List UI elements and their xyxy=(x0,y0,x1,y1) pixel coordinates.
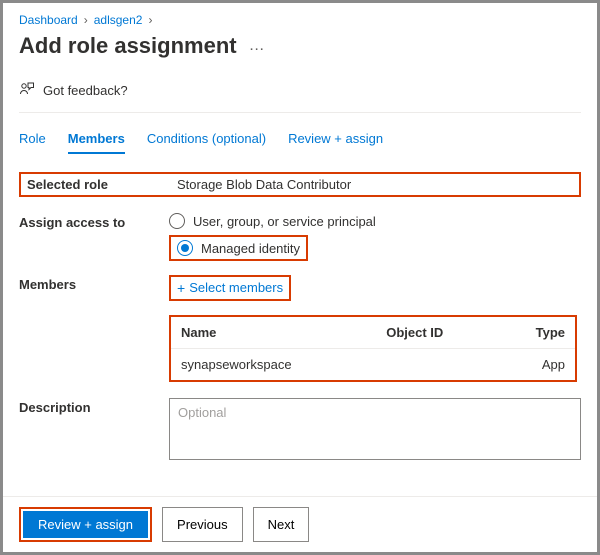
chevron-right-icon: › xyxy=(148,13,152,27)
selected-role-value: Storage Blob Data Contributor xyxy=(177,177,351,192)
col-name: Name xyxy=(171,317,376,349)
cell-name: synapseworkspace xyxy=(171,348,376,380)
person-feedback-icon xyxy=(19,81,35,100)
radio-user-label: User, group, or service principal xyxy=(193,214,376,229)
more-icon[interactable]: … xyxy=(249,37,265,55)
selected-role-row: Selected role Storage Blob Data Contribu… xyxy=(19,172,581,197)
review-assign-button[interactable]: Review + assign xyxy=(23,511,148,538)
members-table: Name Object ID Type synapseworkspace App xyxy=(169,315,577,382)
bottom-bar: Review + assign Previous Next xyxy=(3,496,597,552)
description-label: Description xyxy=(19,398,169,415)
col-objectid: Object ID xyxy=(376,317,497,349)
breadcrumb: Dashboard › adlsgen2 › xyxy=(19,13,581,27)
radio-mi-label: Managed identity xyxy=(201,241,300,256)
breadcrumb-adlsgen2[interactable]: adlsgen2 xyxy=(94,13,143,27)
feedback-label: Got feedback? xyxy=(43,83,128,98)
selected-role-label: Selected role xyxy=(27,177,177,192)
col-type: Type xyxy=(497,317,575,349)
members-label: Members xyxy=(19,275,169,292)
radio-icon xyxy=(169,213,185,229)
select-members-label: Select members xyxy=(189,280,283,295)
assign-access-label: Assign access to xyxy=(19,213,169,230)
description-input[interactable] xyxy=(169,398,581,460)
select-members-link[interactable]: + Select members xyxy=(177,280,283,295)
cell-objectid xyxy=(376,348,497,380)
radio-icon xyxy=(177,240,193,256)
cell-type: App xyxy=(497,348,575,380)
tab-role[interactable]: Role xyxy=(19,125,46,154)
tab-review[interactable]: Review + assign xyxy=(288,125,383,154)
previous-button[interactable]: Previous xyxy=(162,507,243,542)
chevron-right-icon: › xyxy=(84,13,88,27)
tabs: Role Members Conditions (optional) Revie… xyxy=(19,125,581,154)
radio-user-group[interactable]: User, group, or service principal xyxy=(169,213,581,229)
page-title: Add role assignment xyxy=(19,33,237,59)
tab-conditions[interactable]: Conditions (optional) xyxy=(147,125,266,154)
plus-icon: + xyxy=(177,281,185,295)
next-button[interactable]: Next xyxy=(253,507,310,542)
table-row[interactable]: synapseworkspace App xyxy=(171,348,575,380)
tab-members[interactable]: Members xyxy=(68,125,125,154)
radio-managed-identity[interactable]: Managed identity xyxy=(177,240,300,256)
breadcrumb-dashboard[interactable]: Dashboard xyxy=(19,13,78,27)
feedback-link[interactable]: Got feedback? xyxy=(19,77,581,113)
